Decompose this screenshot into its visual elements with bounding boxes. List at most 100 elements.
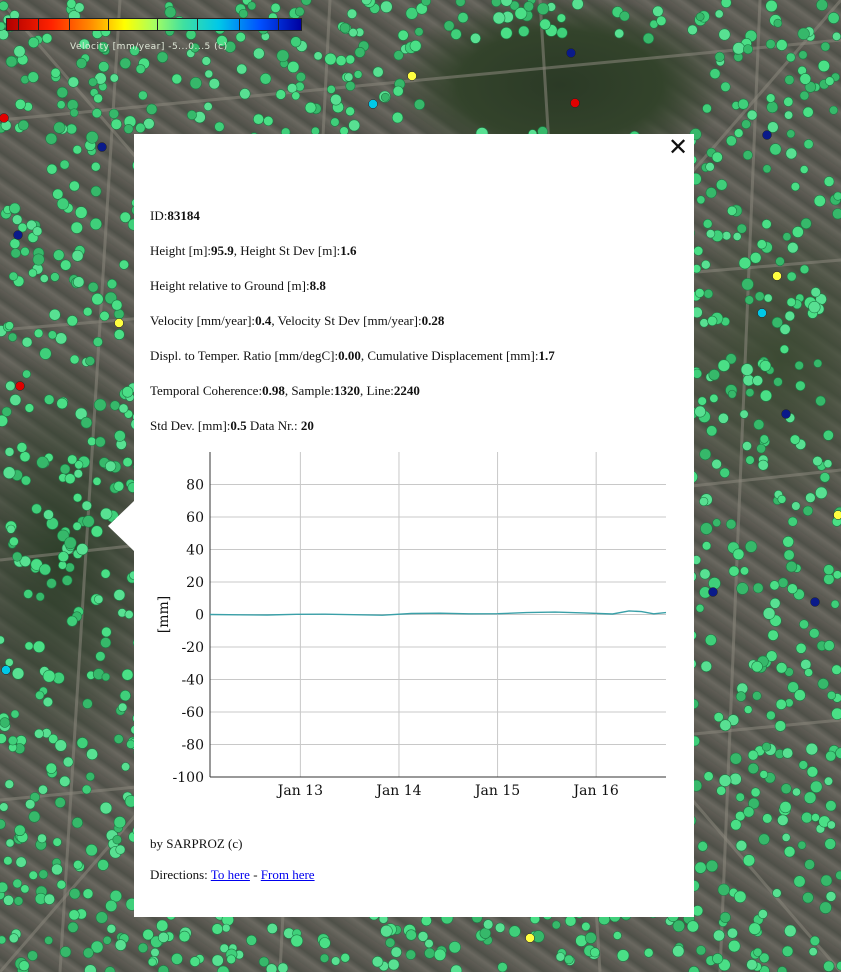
map-point[interactable]: [100, 637, 112, 649]
map-point[interactable]: [712, 518, 722, 528]
map-point[interactable]: [613, 931, 622, 940]
map-point[interactable]: [614, 28, 625, 39]
map-point[interactable]: [750, 787, 761, 798]
map-point[interactable]: [536, 2, 550, 15]
map-point[interactable]: [118, 403, 129, 414]
map-point[interactable]: [221, 923, 231, 933]
map-point[interactable]: [3, 894, 14, 906]
map-point[interactable]: [74, 206, 88, 219]
map-point[interactable]: [762, 813, 773, 824]
map-point[interactable]: [156, 51, 169, 63]
map-point[interactable]: [748, 922, 761, 935]
map-point[interactable]: [709, 393, 719, 403]
map-point[interactable]: [80, 416, 93, 429]
map-point[interactable]: [345, 54, 356, 65]
map-point[interactable]: [777, 814, 789, 826]
map-point[interactable]: [15, 381, 25, 391]
map-point[interactable]: [727, 927, 738, 939]
map-point[interactable]: [109, 400, 121, 411]
map-point[interactable]: [319, 953, 330, 963]
map-point[interactable]: [762, 164, 772, 174]
map-point[interactable]: [450, 28, 462, 40]
map-point[interactable]: [15, 856, 27, 868]
map-point[interactable]: [34, 728, 44, 739]
map-point[interactable]: [746, 109, 758, 121]
map-point[interactable]: [777, 494, 787, 504]
map-point[interactable]: [102, 935, 112, 945]
map-point[interactable]: [287, 60, 300, 73]
map-point[interactable]: [32, 226, 43, 237]
map-point[interactable]: [785, 52, 796, 63]
map-point[interactable]: [619, 10, 630, 22]
map-point[interactable]: [46, 578, 57, 589]
map-point[interactable]: [72, 521, 82, 531]
map-point[interactable]: [45, 762, 57, 774]
map-point[interactable]: [146, 103, 158, 115]
map-point[interactable]: [656, 15, 667, 26]
map-point[interactable]: [53, 121, 66, 134]
map-point[interactable]: [28, 870, 38, 880]
map-point[interactable]: [813, 194, 826, 207]
map-point[interactable]: [756, 443, 766, 454]
map-point[interactable]: [67, 921, 79, 933]
map-point[interactable]: [781, 833, 791, 842]
map-point[interactable]: [775, 39, 788, 51]
map-point[interactable]: [263, 115, 274, 127]
map-point[interactable]: [97, 859, 109, 871]
map-point[interactable]: [92, 476, 102, 486]
map-point[interactable]: [73, 469, 83, 479]
map-point[interactable]: [687, 24, 698, 36]
map-point[interactable]: [672, 944, 685, 958]
map-point[interactable]: [809, 628, 820, 639]
map-point[interactable]: [784, 310, 795, 322]
map-point[interactable]: [335, 55, 347, 66]
map-point[interactable]: [835, 870, 841, 880]
map-point[interactable]: [745, 455, 755, 465]
map-point[interactable]: [112, 834, 122, 845]
map-point[interactable]: [330, 93, 342, 106]
map-point[interactable]: [782, 232, 792, 242]
map-point[interactable]: [703, 288, 714, 299]
map-point[interactable]: [727, 389, 737, 399]
map-point[interactable]: [823, 564, 835, 576]
map-point[interactable]: [761, 219, 772, 230]
map-point[interactable]: [798, 760, 808, 770]
map-point[interactable]: [114, 939, 127, 951]
map-point[interactable]: [39, 563, 51, 576]
map-point[interactable]: [238, 8, 249, 19]
map-point[interactable]: [804, 859, 815, 870]
map-point[interactable]: [46, 163, 58, 175]
map-point[interactable]: [694, 405, 706, 418]
map-point[interactable]: [831, 707, 841, 720]
map-point[interactable]: [50, 67, 61, 78]
map-point[interactable]: [743, 705, 753, 714]
map-point[interactable]: [492, 11, 506, 25]
map-point[interactable]: [802, 505, 814, 516]
map-point[interactable]: [735, 691, 747, 702]
map-point[interactable]: [64, 536, 77, 550]
map-point[interactable]: [25, 799, 36, 810]
map-point[interactable]: [247, 1, 257, 11]
map-point[interactable]: [8, 735, 18, 746]
map-point[interactable]: [823, 640, 835, 652]
map-point[interactable]: [823, 573, 835, 585]
map-point[interactable]: [82, 888, 94, 900]
map-point[interactable]: [90, 525, 103, 538]
map-point[interactable]: [706, 425, 718, 437]
map-point[interactable]: [137, 942, 149, 954]
map-point[interactable]: [718, 412, 729, 424]
map-point[interactable]: [56, 879, 67, 890]
map-point[interactable]: [713, 712, 724, 723]
map-point[interactable]: [164, 6, 177, 19]
map-point[interactable]: [66, 615, 78, 627]
map-point[interactable]: [60, 259, 72, 271]
map-point[interactable]: [99, 310, 110, 322]
map-point[interactable]: [348, 119, 361, 132]
map-point[interactable]: [443, 20, 455, 32]
map-point[interactable]: [20, 246, 30, 257]
close-button[interactable]: ✕: [666, 134, 690, 160]
map-point[interactable]: [712, 953, 724, 965]
map-point[interactable]: [729, 752, 742, 765]
map-point[interactable]: [757, 459, 769, 471]
map-point[interactable]: [728, 939, 741, 953]
